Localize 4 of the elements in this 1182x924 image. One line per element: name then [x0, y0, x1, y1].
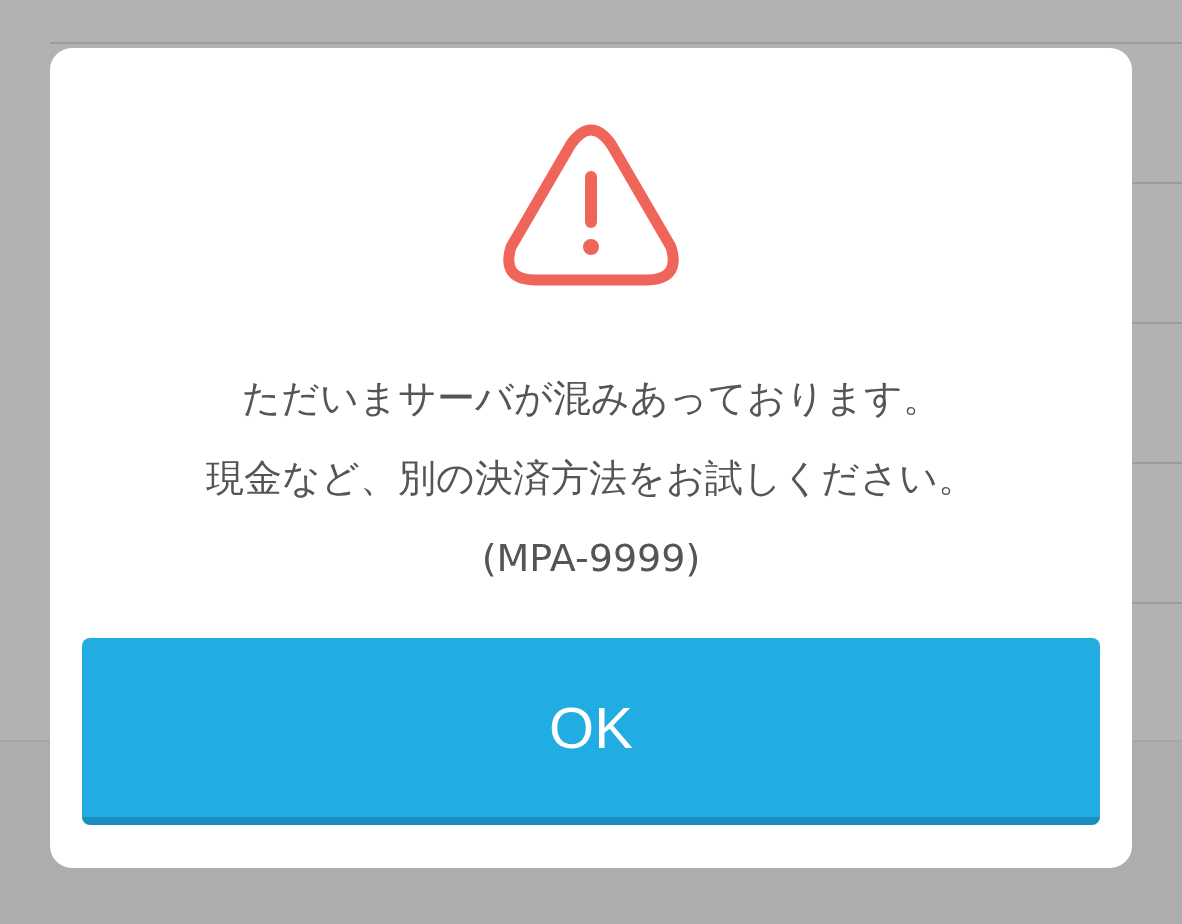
- message-text: (MPA-9999): [481, 535, 701, 582]
- ok-button[interactable]: OK: [82, 638, 1100, 825]
- message-text: ただいまサーバが混みあっております。: [241, 375, 941, 422]
- message-text: 現金など、別の決済方法をお試しください。: [206, 455, 976, 502]
